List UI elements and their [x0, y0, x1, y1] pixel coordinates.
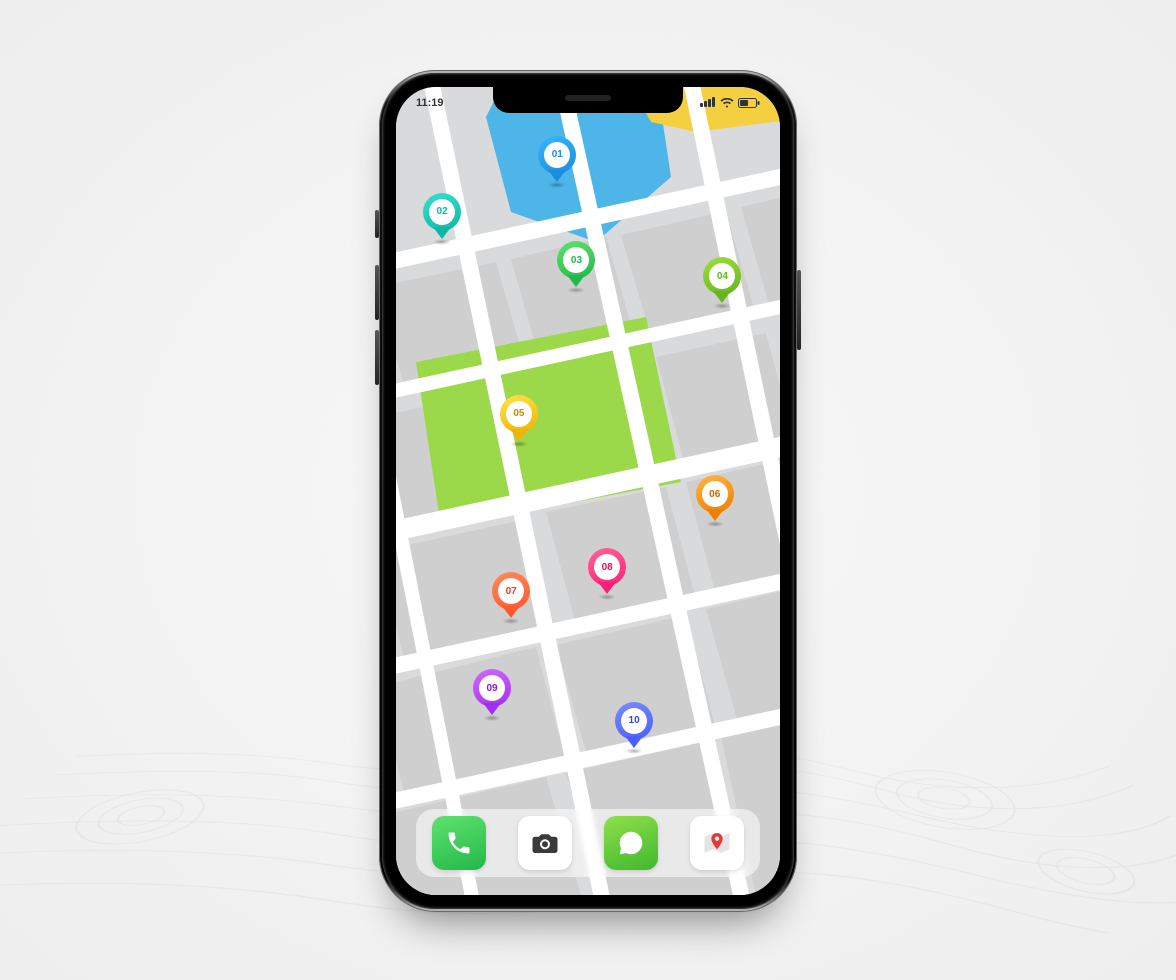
pin-label: 09 [479, 675, 505, 701]
map-pin-08[interactable]: 08 [588, 548, 626, 596]
pin-body: 08 [588, 548, 626, 586]
map-pin-10[interactable]: 10 [615, 702, 653, 750]
map-pin-05[interactable]: 05 [500, 395, 538, 443]
dock-phone[interactable] [432, 816, 486, 870]
pin-shadow [706, 521, 724, 527]
pin-body: 05 [500, 395, 538, 433]
phone-screen: 11:19 [396, 87, 780, 895]
dock-camera[interactable] [518, 816, 572, 870]
battery-icon [738, 98, 760, 108]
phone-mockup: 11:19 [379, 70, 797, 912]
pin-label: 05 [506, 401, 532, 427]
signal-icon [700, 97, 716, 110]
pin-body: 06 [696, 475, 734, 513]
pin-shadow [510, 441, 528, 447]
map-pin-09[interactable]: 09 [473, 669, 511, 717]
pin-label: 10 [621, 708, 647, 734]
map-pin-04[interactable]: 04 [703, 257, 741, 305]
phone-icon [445, 829, 473, 857]
pin-label: 04 [709, 263, 735, 289]
pin-shadow [548, 182, 566, 188]
pin-label: 03 [563, 247, 589, 273]
power-button [797, 270, 801, 350]
pin-shadow [625, 748, 643, 754]
pin-label: 06 [702, 481, 728, 507]
volume-up-button [375, 265, 379, 320]
pin-shadow [483, 715, 501, 721]
pin-body: 02 [423, 193, 461, 231]
pin-shadow [713, 303, 731, 309]
pin-shadow [567, 287, 585, 293]
pin-body: 03 [557, 241, 595, 279]
dock-maps[interactable] [690, 816, 744, 870]
map-pin-06[interactable]: 06 [696, 475, 734, 523]
status-time: 11:19 [416, 97, 444, 109]
dock [416, 809, 760, 877]
map-pin-07[interactable]: 07 [492, 572, 530, 620]
camera-icon [530, 828, 560, 858]
pin-shadow [502, 618, 520, 624]
pin-body: 04 [703, 257, 741, 295]
map-pin-03[interactable]: 03 [557, 241, 595, 289]
chat-icon [616, 828, 646, 858]
mute-switch [375, 210, 379, 238]
pin-label: 02 [429, 199, 455, 225]
pin-label: 01 [544, 142, 570, 168]
pin-shadow [433, 239, 451, 245]
pin-body: 09 [473, 669, 511, 707]
map-pin-01[interactable]: 01 [538, 136, 576, 184]
pin-body: 10 [615, 702, 653, 740]
pin-body: 01 [538, 136, 576, 174]
pin-shadow [598, 594, 616, 600]
dock-chat[interactable] [604, 816, 658, 870]
volume-down-button [375, 330, 379, 385]
wifi-icon [720, 98, 734, 108]
notch [493, 87, 683, 113]
pin-label: 07 [498, 578, 524, 604]
map-pin-02[interactable]: 02 [423, 193, 461, 241]
pin-label: 08 [594, 554, 620, 580]
map-pin-icon [702, 828, 732, 858]
pin-body: 07 [492, 572, 530, 610]
